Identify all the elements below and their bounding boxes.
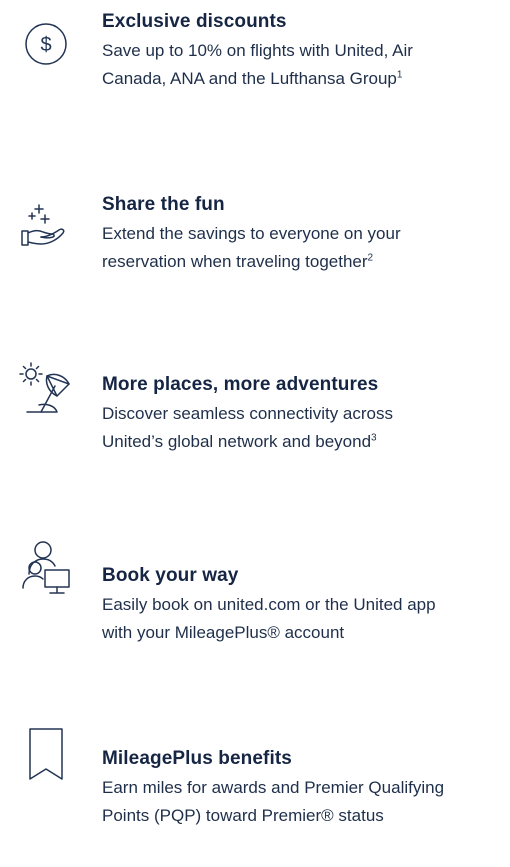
benefit-title: MileagePlus benefits <box>102 748 292 769</box>
benefit-mileageplus: MileagePlus benefits Earn miles for awar… <box>0 728 510 867</box>
dollar-circle-icon: $ <box>16 14 76 74</box>
benefit-description-line: with your MileagePlus® account <box>102 623 345 642</box>
benefit-description-line: Save up to 10% on flights with United, A… <box>102 41 413 60</box>
benefit-share-the-fun: Share the fun Extend the savings to ever… <box>0 193 510 313</box>
footnote-marker: 2 <box>367 252 374 264</box>
benefit-description-line: Easily book on united.com or the United … <box>102 595 436 614</box>
benefits-list: $ Exclusive discounts Save up to 10% on … <box>0 0 510 829</box>
benefit-book-your-way: Book your way Easily book on united.com … <box>0 541 510 684</box>
svg-text:$: $ <box>40 34 51 56</box>
benefit-description-line: Canada, ANA and the Lufthansa Group <box>102 69 397 88</box>
benefit-description-line: Discover seamless connectivity across <box>102 404 393 423</box>
benefit-description-line: Extend the savings to everyone on your <box>102 224 401 243</box>
benefit-title: Exclusive discounts <box>102 11 287 32</box>
benefit-more-places: More places, more adventures Discover se… <box>0 362 510 493</box>
benefit-title: Book your way <box>102 565 239 586</box>
hand-sparkles-icon <box>16 195 76 255</box>
benefit-title: More places, more adventures <box>102 374 379 395</box>
bookmark-icon <box>16 723 76 783</box>
benefit-description-line: Earn miles for awards and Premier Qualif… <box>102 778 445 797</box>
user-computer-icon <box>16 538 76 598</box>
benefit-description-line: reservation when traveling together <box>102 252 368 271</box>
benefit-title: Share the fun <box>102 194 225 215</box>
beach-umbrella-icon <box>16 359 76 419</box>
benefit-description-line: United’s global network and beyond <box>102 432 372 451</box>
benefit-exclusive-discounts: $ Exclusive discounts Save up to 10% on … <box>0 10 510 130</box>
footnote-marker: 1 <box>396 69 403 81</box>
footnote-marker: 3 <box>371 432 377 444</box>
benefit-description-line: Points (PQP) toward Premier® status <box>102 806 384 825</box>
